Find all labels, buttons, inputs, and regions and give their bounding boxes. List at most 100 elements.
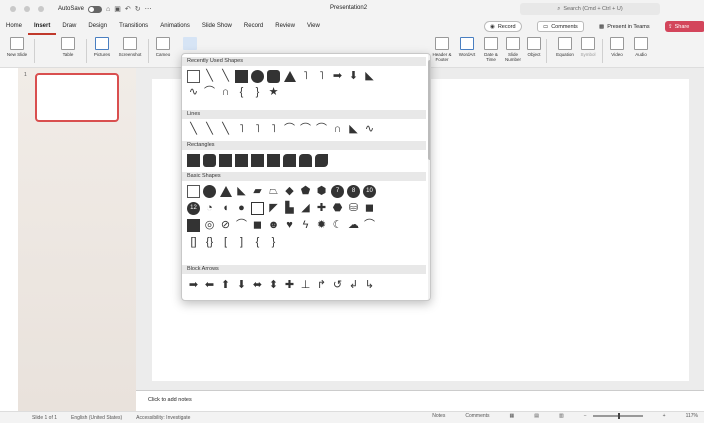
bent-arrow-icon[interactable]: ↱ [315,279,328,292]
arc-icon[interactable]: ∩ [219,86,232,99]
tab-transitions[interactable]: Transitions [113,18,154,35]
pentagon-icon[interactable]: ⬟ [299,185,312,198]
left-right-arrow-icon[interactable]: ⬌ [251,279,264,292]
shapes-button[interactable] [180,37,200,52]
cameo-button[interactable]: Cameo [152,37,174,57]
hexagon-icon[interactable]: ⬢ [315,185,328,198]
pictures-button[interactable]: Pictures [90,37,114,57]
shapes-scrollbar[interactable] [428,54,430,300]
right-brace-icon[interactable]: } [267,236,280,249]
triangle-shape-icon[interactable] [283,70,296,83]
down-arrow-shape-icon[interactable]: ⬇ [347,70,360,83]
snip-corner-rectangle-icon[interactable] [219,153,232,167]
up-arrow-icon[interactable]: ⬆ [219,279,232,292]
plus-icon[interactable]: ✚ [315,202,328,215]
tab-slide-show[interactable]: Slide Show [196,18,238,35]
no-symbol-icon[interactable]: ⊘ [219,219,232,232]
rectangle-shape-icon[interactable] [187,153,200,167]
bent-up-arrow-icon[interactable]: ↳ [363,279,376,292]
zoom-out-icon[interactable]: − [584,413,587,419]
elbow-connector-icon[interactable]: ˥ [299,70,312,83]
screenshot-button[interactable]: Screenshot [114,37,146,57]
right-brace-icon[interactable]: } [251,86,264,99]
audio-button[interactable]: Audio [630,37,652,57]
snip-round-rectangle-icon[interactable] [267,153,280,167]
tab-view[interactable]: View [301,18,326,35]
decagon-icon[interactable]: 10 [363,184,376,198]
rectangle-shape-icon[interactable] [235,69,248,83]
home-icon[interactable]: ⌂ [106,6,110,13]
header-footer-button[interactable]: Header & Footer [428,37,456,62]
lightning-bolt-icon[interactable]: ϟ [299,219,312,232]
more-icon[interactable]: ⋯ [145,5,152,13]
curved-connector-icon[interactable]: ⌒ [203,86,216,99]
double-bracket-icon[interactable]: [] [187,236,200,249]
slide-number-button[interactable]: Slide Number [502,37,524,62]
oval-shape-icon[interactable] [203,184,216,198]
donut-icon[interactable]: ◎ [203,219,216,232]
save-icon[interactable]: ▣ [114,5,121,13]
curved-connector-icon[interactable]: ⌒ [283,123,296,136]
chord-icon[interactable]: ◖ [219,202,232,215]
can-icon[interactable]: ⛁ [347,202,360,215]
zoom-in-icon[interactable]: + [663,413,666,419]
oval-shape-icon[interactable] [251,69,264,83]
left-arrow-icon[interactable]: ⬅ [203,279,216,292]
object-button[interactable]: Object [524,37,544,57]
rounded-rectangle-shape-icon[interactable] [203,153,216,167]
new-slide-button[interactable]: New Slide [6,37,28,57]
cube-icon[interactable]: ◼ [363,202,376,215]
text-box-shape-icon[interactable] [187,69,200,83]
block-arc-icon[interactable]: ⌒ [235,219,248,232]
tab-home[interactable]: Home [0,18,28,35]
date-time-button[interactable]: Date & Time [480,37,502,62]
equation-button[interactable]: Equation [552,37,578,57]
redo-icon[interactable]: ↻ [135,5,141,13]
elbow-arrow-connector-icon[interactable]: ˥ [251,123,264,136]
comments-button[interactable]: ▭ Comments [537,21,584,32]
quad-arrow-icon[interactable]: ✚ [283,279,296,292]
folded-corner-icon[interactable]: ◼ [251,219,264,232]
arrow-line-icon[interactable]: ╲ [203,123,216,136]
round-same-side-rectangle-icon[interactable] [299,153,312,167]
round-diagonal-rectangle-icon[interactable] [315,153,328,167]
round-corner-rectangle-icon[interactable] [283,153,296,167]
line-shape-icon[interactable]: ╲ [219,70,232,83]
heptagon-icon[interactable]: 7 [331,184,344,198]
record-button[interactable]: ◉ Record [484,21,522,32]
text-box-shape-icon[interactable] [187,184,200,198]
down-arrow-icon[interactable]: ⬇ [235,279,248,292]
reading-view-icon[interactable]: ▥ [559,413,564,419]
undo-icon[interactable]: ↶ [125,5,131,13]
close-window-button[interactable] [10,6,16,12]
curved-arrow-connector-icon[interactable]: ⌒ [299,123,312,136]
plaque-icon[interactable]: ⬣ [331,202,344,215]
octagon-icon[interactable]: 8 [347,184,360,198]
wordart-button[interactable]: WordArt [456,37,478,57]
diamond-icon[interactable]: ◆ [283,185,296,198]
rounded-rectangle-shape-icon[interactable] [267,69,280,83]
bevel-icon[interactable] [187,218,200,232]
elbow-double-arrow-icon[interactable]: ˥ [267,123,280,136]
left-right-up-arrow-icon[interactable]: ⊥ [299,279,312,292]
teardrop-icon[interactable]: ● [235,202,248,215]
snip-diagonal-rectangle-icon[interactable] [251,153,264,167]
l-shape-icon[interactable]: ▙ [283,202,296,215]
tab-draw[interactable]: Draw [56,18,82,35]
accessibility-status[interactable]: Accessibility: Investigate [136,415,190,421]
elbow-arrow-connector-icon[interactable]: ˥ [315,70,328,83]
left-brace-icon[interactable]: { [235,86,248,99]
curved-double-arrow-icon[interactable]: ⌒ [315,123,328,136]
cloud-icon[interactable]: ☁ [347,219,360,232]
slide-thumbnail[interactable] [35,73,119,122]
heart-icon[interactable]: ♥ [283,219,296,232]
right-triangle-icon[interactable]: ◣ [235,185,248,198]
line-shape-icon[interactable]: ╲ [203,70,216,83]
right-arrow-shape-icon[interactable]: ➡ [331,70,344,83]
notes-toggle[interactable]: Notes [432,413,445,419]
zoom-slider-thumb[interactable] [617,413,620,419]
trapezoid-icon[interactable]: ⏢ [267,185,280,198]
dodecagon-icon[interactable]: 12 [187,201,200,215]
present-in-teams-button[interactable]: ▩ Present in Teams [595,21,654,32]
arc-icon[interactable]: ⌒ [363,219,376,232]
